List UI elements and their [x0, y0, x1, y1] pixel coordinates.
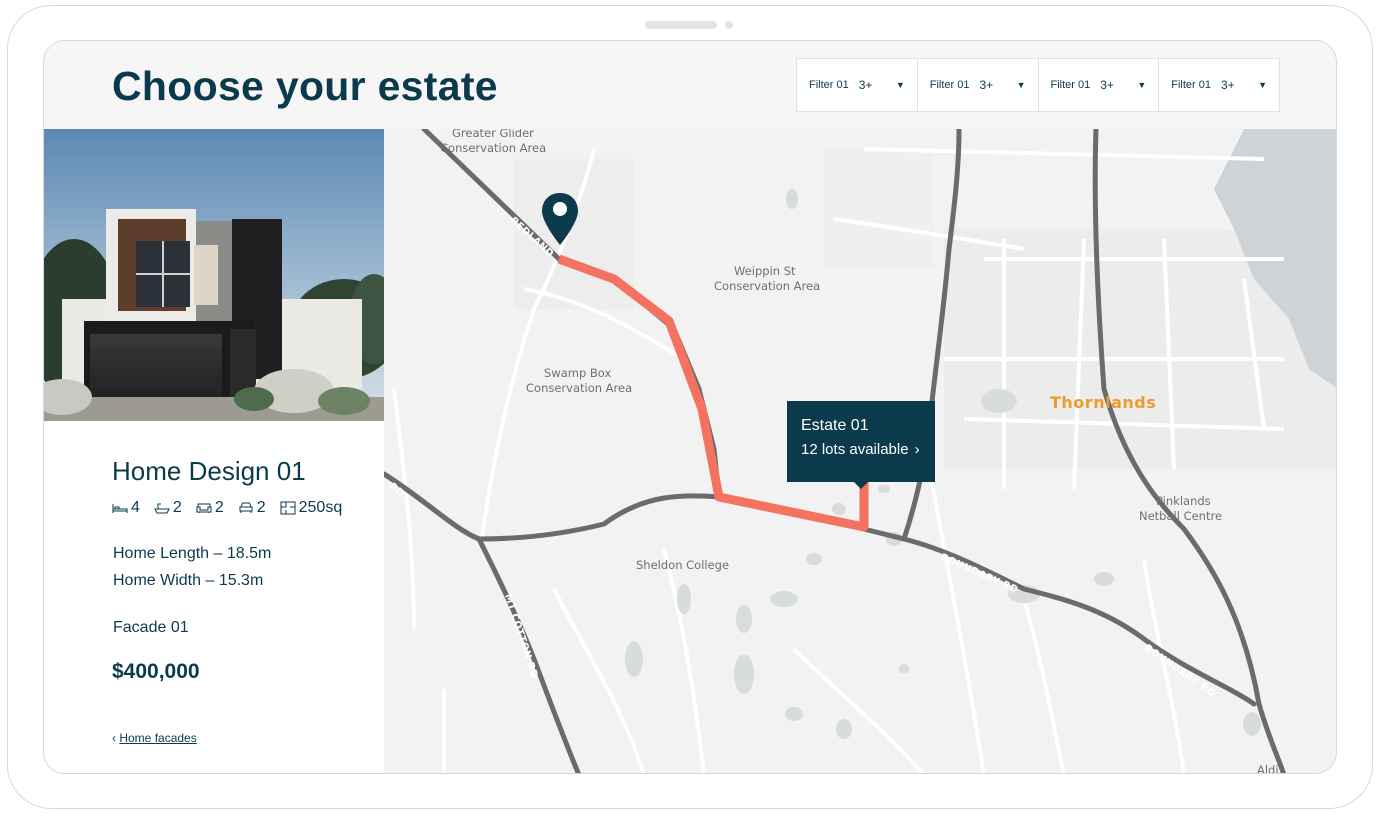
filter-dropdown-3[interactable]: Filter 01 3+ ▼	[1039, 59, 1160, 111]
caret-down-icon: ▼	[895, 80, 905, 90]
estate-name: Estate 01	[801, 417, 869, 434]
house-photo	[44, 129, 384, 421]
place-label: Swamp Box	[544, 366, 611, 380]
bath-icon	[154, 503, 170, 514]
place-label: Sheldon College	[636, 558, 729, 572]
home-facades-link-label: Home facades	[119, 731, 197, 745]
filter-label: Filter 01	[1050, 79, 1091, 91]
area-value: 250sq	[298, 499, 343, 516]
place-label: Conservation Area	[440, 141, 546, 155]
bathrooms-count: 2	[172, 499, 182, 516]
home-facades-link[interactable]: ‹ Home facades	[112, 731, 197, 745]
filter-value: 3+	[1221, 78, 1235, 92]
filter-dropdown-1[interactable]: Filter 01 3+ ▼	[797, 59, 918, 111]
caret-down-icon: ▼	[1137, 80, 1147, 90]
estate-popup[interactable]: Estate 01 12 lots available ›	[787, 401, 935, 489]
filter-label: Filter 01	[1171, 79, 1211, 91]
chevron-right-icon: ›	[914, 441, 920, 458]
bathrooms-spec: 2	[154, 499, 182, 517]
car-icon	[239, 502, 253, 513]
filter-dropdown-4[interactable]: Filter 01 3+ ▼	[1159, 59, 1279, 111]
area-spec: 250sq	[280, 499, 343, 517]
filter-dropdown-2[interactable]: Filter 01 3+ ▼	[918, 59, 1039, 111]
filter-value: 3+	[1100, 78, 1114, 92]
home-design-title: Home Design 01	[112, 456, 306, 486]
estate-lots: 12 lots available ›	[801, 441, 921, 458]
place-label: Netball Centre	[1139, 509, 1222, 523]
home-detail-panel: Home Design 01 4 2 2 2 250sq Home Length…	[44, 129, 384, 773]
garage-spec: 2	[238, 499, 266, 517]
living-count: 2	[214, 499, 224, 516]
garage-count: 2	[256, 499, 266, 516]
sofa-icon	[196, 503, 212, 513]
filter-value: 3+	[979, 78, 994, 92]
place-label: Pinklands	[1156, 494, 1211, 508]
bedrooms-spec: 4	[112, 499, 140, 517]
chevron-left-icon: ‹	[112, 731, 116, 745]
bedrooms-count: 4	[131, 499, 140, 516]
filter-label: Filter 01	[929, 79, 970, 91]
tablet-speaker	[645, 21, 717, 29]
estate-lots-text: 12 lots available	[801, 441, 909, 458]
bed-icon	[112, 504, 128, 513]
floorplan-icon	[280, 501, 296, 515]
tablet-camera	[725, 21, 733, 29]
place-label: Weippin St	[734, 264, 796, 278]
suburb-label: Thornlands	[1050, 393, 1156, 412]
page-title: Choose your estate	[112, 63, 498, 109]
home-width: Home Width – 15.3m	[113, 572, 264, 589]
caret-down-icon: ▼	[1258, 80, 1267, 90]
app-screen: Choose your estate Filter 01 3+ ▼ Filter…	[43, 40, 1337, 774]
home-price: $400,000	[112, 660, 200, 683]
place-label: Aldi	[1257, 763, 1279, 774]
filter-label: Filter 01	[809, 79, 849, 91]
page-header: Choose your estate Filter 01 3+ ▼ Filter…	[44, 41, 1336, 129]
place-label: Greater Glider	[452, 129, 534, 140]
home-specs: 4 2 2 2 250sq	[112, 499, 342, 517]
place-label: Conservation Area	[526, 381, 632, 395]
living-spec: 2	[196, 499, 224, 517]
filter-bar: Filter 01 3+ ▼ Filter 01 3+ ▼ Filter 01 …	[796, 58, 1280, 112]
place-label: Conservation Area	[714, 279, 820, 293]
facade-name: Facade 01	[113, 619, 189, 636]
suburb-block	[824, 149, 934, 269]
caret-down-icon: ▼	[1016, 80, 1026, 90]
filter-value: 3+	[858, 78, 873, 92]
map-pin-icon[interactable]	[540, 191, 580, 247]
home-length: Home Length – 18.5m	[113, 545, 272, 562]
